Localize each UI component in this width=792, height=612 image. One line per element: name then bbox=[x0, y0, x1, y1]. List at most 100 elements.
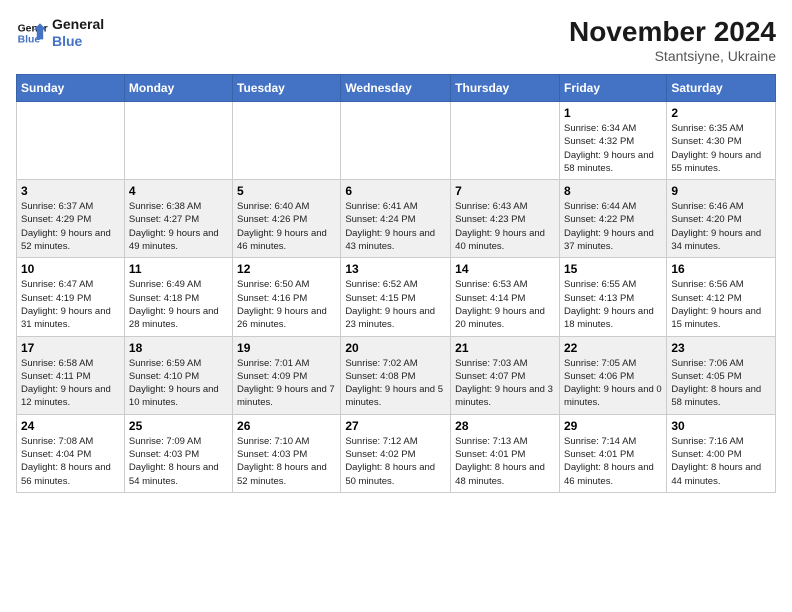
day-info: Sunrise: 6:38 AMSunset: 4:27 PMDaylight:… bbox=[129, 200, 228, 253]
calendar-cell: 28 Sunrise: 7:13 AMSunset: 4:01 PMDayligh… bbox=[451, 414, 560, 492]
day-number: 10 bbox=[21, 262, 120, 276]
day-info: Sunrise: 6:44 AMSunset: 4:22 PMDaylight:… bbox=[564, 200, 662, 253]
title-area: November 2024 Stantsiyne, Ukraine bbox=[569, 16, 776, 64]
day-number: 27 bbox=[345, 419, 446, 433]
dow-header-saturday: Saturday bbox=[667, 75, 776, 102]
dow-header-wednesday: Wednesday bbox=[341, 75, 451, 102]
day-info: Sunrise: 7:06 AMSunset: 4:05 PMDaylight:… bbox=[671, 357, 771, 410]
week-row-4: 17Sunrise: 6:58 AMSunset: 4:11 PMDayligh… bbox=[17, 336, 776, 414]
calendar-cell: 29 Sunrise: 7:14 AMSunset: 4:01 PMDayligh… bbox=[559, 414, 666, 492]
calendar-cell bbox=[124, 102, 232, 180]
day-number: 22 bbox=[564, 341, 662, 355]
calendar-cell: 25 Sunrise: 7:09 AMSunset: 4:03 PMDayligh… bbox=[124, 414, 232, 492]
day-info: Sunrise: 7:14 AMSunset: 4:01 PMDaylight:… bbox=[564, 435, 662, 488]
day-number: 29 bbox=[564, 419, 662, 433]
calendar-cell: 21Sunrise: 7:03 AMSunset: 4:07 PMDayligh… bbox=[451, 336, 560, 414]
day-info: Sunrise: 6:53 AMSunset: 4:14 PMDaylight:… bbox=[455, 278, 555, 331]
week-row-2: 3Sunrise: 6:37 AMSunset: 4:29 PMDaylight… bbox=[17, 180, 776, 258]
calendar-cell: 26 Sunrise: 7:10 AMSunset: 4:03 PMDayligh… bbox=[233, 414, 341, 492]
calendar-cell: 14 Sunrise: 6:53 AMSunset: 4:14 PMDayligh… bbox=[451, 258, 560, 336]
days-of-week-row: SundayMondayTuesdayWednesdayThursdayFrid… bbox=[17, 75, 776, 102]
day-info: Sunrise: 7:10 AMSunset: 4:03 PMDaylight:… bbox=[237, 435, 336, 488]
calendar-cell bbox=[451, 102, 560, 180]
calendar-cell: 15Sunrise: 6:55 AMSunset: 4:13 PMDayligh… bbox=[559, 258, 666, 336]
day-number: 11 bbox=[129, 262, 228, 276]
calendar-cell: 24Sunrise: 7:08 AMSunset: 4:04 PMDayligh… bbox=[17, 414, 125, 492]
calendar-cell: 3Sunrise: 6:37 AMSunset: 4:29 PMDaylight… bbox=[17, 180, 125, 258]
day-number: 19 bbox=[237, 341, 336, 355]
day-info: Sunrise: 6:47 AMSunset: 4:19 PMDaylight:… bbox=[21, 278, 120, 331]
day-number: 3 bbox=[21, 184, 120, 198]
day-number: 1 bbox=[564, 106, 662, 120]
calendar-cell: 4 Sunrise: 6:38 AMSunset: 4:27 PMDaylight… bbox=[124, 180, 232, 258]
day-number: 8 bbox=[564, 184, 662, 198]
calendar-cell: 10 Sunrise: 6:47 AMSunset: 4:19 PMDayligh… bbox=[17, 258, 125, 336]
dow-header-tuesday: Tuesday bbox=[233, 75, 341, 102]
calendar-cell: 12 Sunrise: 6:50 AMSunset: 4:16 PMDayligh… bbox=[233, 258, 341, 336]
calendar-cell bbox=[233, 102, 341, 180]
day-info: Sunrise: 6:50 AMSunset: 4:16 PMDaylight:… bbox=[237, 278, 336, 331]
day-info: Sunrise: 6:46 AMSunset: 4:20 PMDaylight:… bbox=[671, 200, 771, 253]
calendar-cell: 8 Sunrise: 6:44 AMSunset: 4:22 PMDaylight… bbox=[559, 180, 666, 258]
logo: General Blue General Blue bbox=[16, 16, 104, 50]
logo-blue: Blue bbox=[52, 33, 104, 50]
day-number: 26 bbox=[237, 419, 336, 433]
calendar-cell: 16Sunrise: 6:56 AMSunset: 4:12 PMDayligh… bbox=[667, 258, 776, 336]
calendar-cell: 19 Sunrise: 7:01 AMSunset: 4:09 PMDayligh… bbox=[233, 336, 341, 414]
day-info: Sunrise: 6:40 AMSunset: 4:26 PMDaylight:… bbox=[237, 200, 336, 253]
day-info: Sunrise: 6:52 AMSunset: 4:15 PMDaylight:… bbox=[345, 278, 446, 331]
day-number: 28 bbox=[455, 419, 555, 433]
calendar-body: 1Sunrise: 6:34 AMSunset: 4:32 PMDaylight… bbox=[17, 102, 776, 493]
day-number: 21 bbox=[455, 341, 555, 355]
day-number: 18 bbox=[129, 341, 228, 355]
calendar-cell: 9 Sunrise: 6:46 AMSunset: 4:20 PMDaylight… bbox=[667, 180, 776, 258]
location-subtitle: Stantsiyne, Ukraine bbox=[569, 48, 776, 64]
calendar-cell: 6 Sunrise: 6:41 AMSunset: 4:24 PMDaylight… bbox=[341, 180, 451, 258]
day-info: Sunrise: 6:41 AMSunset: 4:24 PMDaylight:… bbox=[345, 200, 446, 253]
calendar-cell: 5 Sunrise: 6:40 AMSunset: 4:26 PMDaylight… bbox=[233, 180, 341, 258]
day-info: Sunrise: 6:59 AMSunset: 4:10 PMDaylight:… bbox=[129, 357, 228, 410]
day-number: 20 bbox=[345, 341, 446, 355]
calendar-cell: 27Sunrise: 7:12 AMSunset: 4:02 PMDayligh… bbox=[341, 414, 451, 492]
day-info: Sunrise: 7:05 AMSunset: 4:06 PMDaylight:… bbox=[564, 357, 662, 410]
dow-header-thursday: Thursday bbox=[451, 75, 560, 102]
calendar-cell: 30 Sunrise: 7:16 AMSunset: 4:00 PMDayligh… bbox=[667, 414, 776, 492]
calendar-cell: 20 Sunrise: 7:02 AMSunset: 4:08 PMDayligh… bbox=[341, 336, 451, 414]
logo-general: General bbox=[52, 16, 104, 33]
day-number: 7 bbox=[455, 184, 555, 198]
calendar-cell: 18 Sunrise: 6:59 AMSunset: 4:10 PMDayligh… bbox=[124, 336, 232, 414]
day-number: 9 bbox=[671, 184, 771, 198]
week-row-3: 10 Sunrise: 6:47 AMSunset: 4:19 PMDayligh… bbox=[17, 258, 776, 336]
calendar-cell bbox=[17, 102, 125, 180]
day-number: 12 bbox=[237, 262, 336, 276]
logo-icon: General Blue bbox=[16, 17, 48, 49]
day-number: 5 bbox=[237, 184, 336, 198]
dow-header-sunday: Sunday bbox=[17, 75, 125, 102]
calendar-cell: 13 Sunrise: 6:52 AMSunset: 4:15 PMDayligh… bbox=[341, 258, 451, 336]
week-row-5: 24Sunrise: 7:08 AMSunset: 4:04 PMDayligh… bbox=[17, 414, 776, 492]
day-info: Sunrise: 7:01 AMSunset: 4:09 PMDaylight:… bbox=[237, 357, 336, 410]
day-info: Sunrise: 7:13 AMSunset: 4:01 PMDaylight:… bbox=[455, 435, 555, 488]
day-number: 25 bbox=[129, 419, 228, 433]
day-info: Sunrise: 6:43 AMSunset: 4:23 PMDaylight:… bbox=[455, 200, 555, 253]
calendar-cell bbox=[341, 102, 451, 180]
day-number: 17 bbox=[21, 341, 120, 355]
day-info: Sunrise: 7:02 AMSunset: 4:08 PMDaylight:… bbox=[345, 357, 446, 410]
calendar-cell: 17Sunrise: 6:58 AMSunset: 4:11 PMDayligh… bbox=[17, 336, 125, 414]
calendar-cell: 1Sunrise: 6:34 AMSunset: 4:32 PMDaylight… bbox=[559, 102, 666, 180]
calendar-cell: 11Sunrise: 6:49 AMSunset: 4:18 PMDayligh… bbox=[124, 258, 232, 336]
day-number: 30 bbox=[671, 419, 771, 433]
day-info: Sunrise: 7:09 AMSunset: 4:03 PMDaylight:… bbox=[129, 435, 228, 488]
header: General Blue General Blue November 2024 … bbox=[16, 16, 776, 64]
day-info: Sunrise: 6:55 AMSunset: 4:13 PMDaylight:… bbox=[564, 278, 662, 331]
day-info: Sunrise: 7:16 AMSunset: 4:00 PMDaylight:… bbox=[671, 435, 771, 488]
day-info: Sunrise: 6:35 AMSunset: 4:30 PMDaylight:… bbox=[671, 122, 771, 175]
day-number: 14 bbox=[455, 262, 555, 276]
day-number: 4 bbox=[129, 184, 228, 198]
calendar-table: SundayMondayTuesdayWednesdayThursdayFrid… bbox=[16, 74, 776, 493]
day-info: Sunrise: 7:08 AMSunset: 4:04 PMDaylight:… bbox=[21, 435, 120, 488]
calendar-cell: 2Sunrise: 6:35 AMSunset: 4:30 PMDaylight… bbox=[667, 102, 776, 180]
day-number: 6 bbox=[345, 184, 446, 198]
day-number: 13 bbox=[345, 262, 446, 276]
dow-header-friday: Friday bbox=[559, 75, 666, 102]
